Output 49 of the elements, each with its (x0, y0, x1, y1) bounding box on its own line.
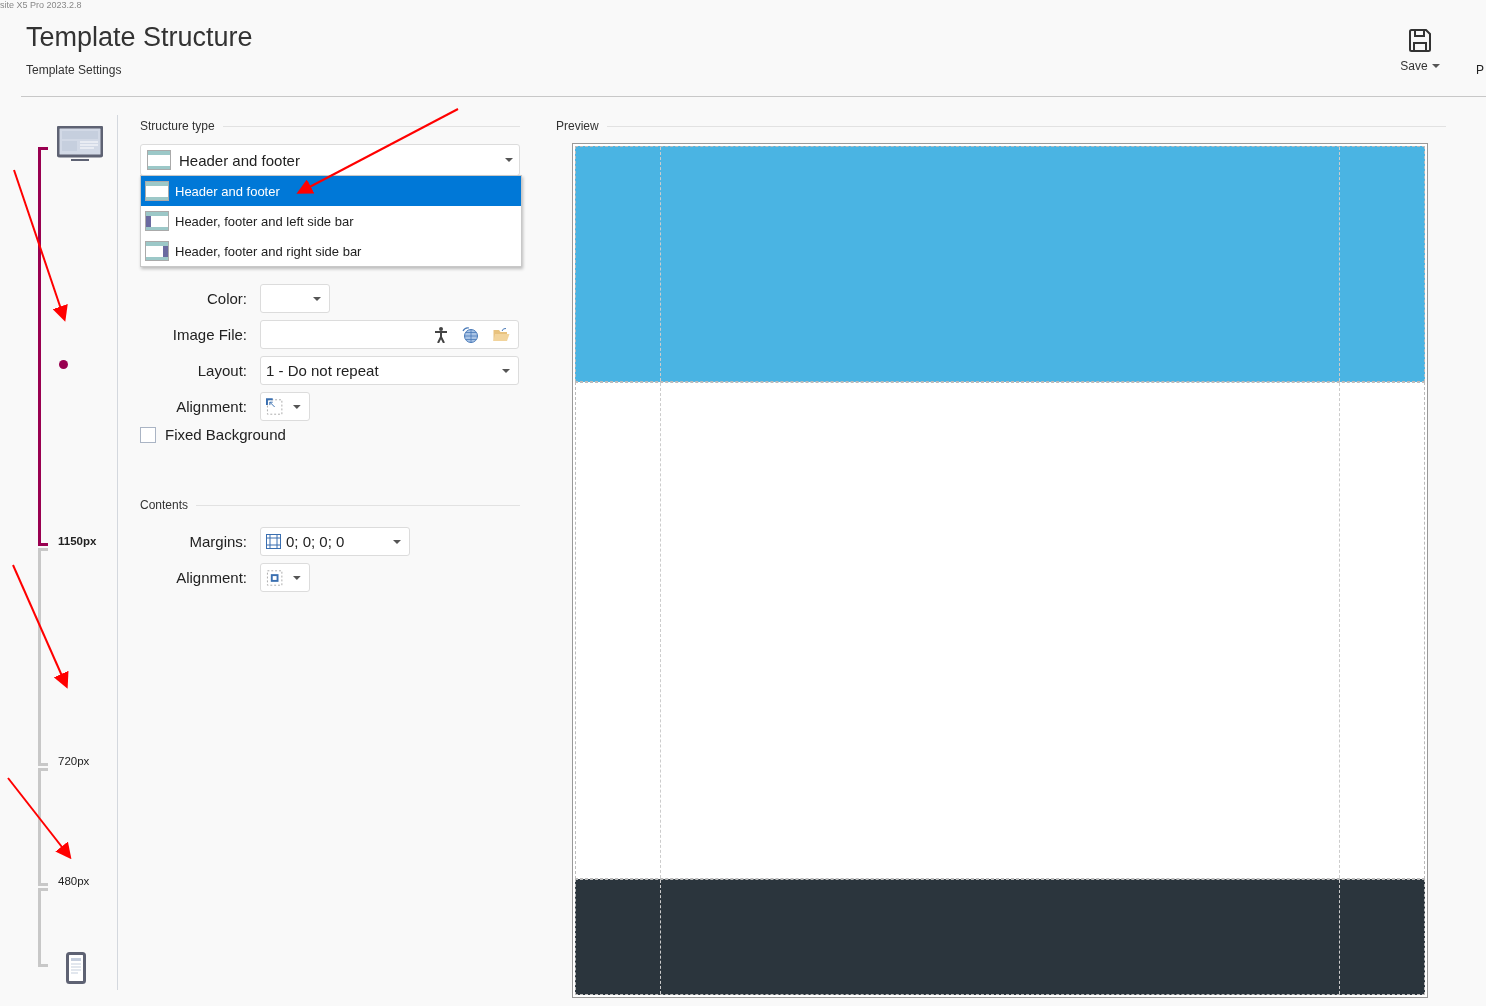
toolbar-label[interactable]: P (1476, 63, 1484, 96)
structure-type-dropdown[interactable]: Header and footer (140, 144, 520, 176)
image-file-field[interactable] (260, 320, 519, 349)
breakpoint-label: 720px (58, 755, 90, 767)
caret-icon (505, 158, 513, 162)
globe-icon[interactable] (462, 326, 479, 343)
desktop-icon[interactable] (57, 126, 103, 162)
mobile-icon[interactable] (66, 952, 86, 984)
section-label: Structure type (140, 119, 520, 133)
save-button[interactable]: Save (1400, 28, 1440, 96)
slider-handle[interactable] (59, 360, 68, 369)
layout-dropdown[interactable]: 1 - Do not repeat (260, 356, 519, 385)
checkbox-label: Fixed Background (165, 426, 286, 443)
alignment-dropdown[interactable] (260, 563, 310, 592)
section-label: Preview (556, 119, 1446, 133)
checkbox[interactable] (140, 426, 156, 443)
caret-icon (1431, 64, 1440, 68)
field-label: Margins: (188, 533, 247, 550)
app-title: site X5 Pro 2023.2.8 (0, 0, 82, 10)
breakpoint-bracket[interactable] (38, 147, 48, 546)
color-picker[interactable] (260, 284, 330, 313)
caret-icon (313, 296, 321, 301)
section-label: Contents (140, 498, 520, 512)
dropdown-option[interactable]: Header, footer and right side bar (141, 236, 521, 266)
dropdown-option[interactable]: Header and footer (141, 176, 521, 206)
field-label: Layout: (196, 362, 247, 379)
layout-icon (147, 150, 171, 170)
field-label: Alignment: (175, 569, 247, 586)
field-label: Color: (206, 290, 247, 307)
layout-icon (145, 241, 169, 261)
breakpoint-label: 480px (58, 875, 90, 887)
breakpoint-label: 1150px (58, 535, 97, 547)
field-label: Image File: (171, 326, 247, 343)
caret-icon (502, 368, 510, 373)
layout-icon (145, 211, 169, 231)
layout-icon (145, 181, 169, 201)
field-label: Alignment: (175, 398, 247, 415)
margins-dropdown[interactable]: 0; 0; 0; 0 (260, 527, 410, 556)
dropdown-option[interactable]: Header, footer and left side bar (141, 206, 521, 236)
grid-icon (266, 534, 281, 549)
page-title: Template Structure (26, 22, 253, 53)
align-center-icon (266, 568, 284, 587)
accessibility-icon[interactable] (434, 326, 448, 343)
alignment-dropdown[interactable] (260, 392, 310, 421)
align-top-left-icon (266, 397, 284, 416)
caret-icon (293, 404, 301, 409)
caret-icon (293, 575, 301, 580)
page-subtitle: Template Settings (26, 63, 123, 77)
caret-icon (393, 539, 401, 544)
